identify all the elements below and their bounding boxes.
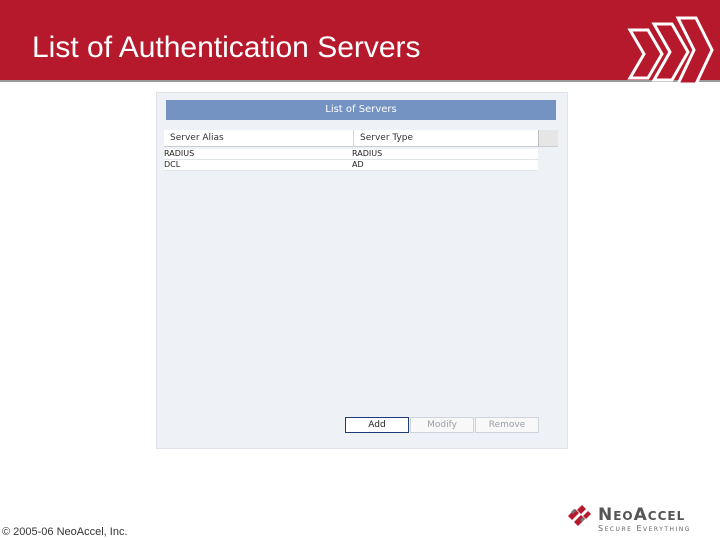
server-table: RADIUS RADIUS DCL AD [164, 149, 538, 171]
add-button[interactable]: Add [345, 417, 409, 433]
table-row[interactable]: RADIUS RADIUS [164, 149, 538, 160]
chevron-right-icon [627, 16, 714, 86]
logo-brand: NeoAccel [598, 505, 686, 525]
slide-title: List of Authentication Servers [32, 31, 421, 64]
column-header-server-alias[interactable]: Server Alias [164, 130, 354, 147]
column-header-server-type[interactable]: Server Type [354, 130, 538, 147]
column-header-filler [538, 130, 558, 147]
remove-button[interactable]: Remove [475, 417, 539, 433]
table-header: Server Alias Server Type [164, 130, 558, 147]
server-list-dialog: List of Servers Server Alias Server Type… [156, 92, 568, 449]
title-divider [0, 80, 720, 82]
title-bar: List of Authentication Servers [0, 0, 720, 80]
dialog-header: List of Servers [166, 100, 556, 120]
logo-tagline: Secure Everything [598, 524, 691, 533]
server-alias-cell: RADIUS [164, 149, 195, 158]
server-type-cell: AD [352, 160, 364, 169]
table-row[interactable]: DCL AD [164, 160, 538, 171]
modify-button[interactable]: Modify [410, 417, 474, 433]
copyright-text: © 2005-06 NeoAccel, Inc. [2, 526, 128, 538]
server-type-cell: RADIUS [352, 149, 383, 158]
neoaccel-logo-icon [568, 505, 591, 526]
server-alias-cell: DCL [164, 160, 181, 169]
neoaccel-logo: NeoAccel Secure Everything [566, 500, 716, 536]
